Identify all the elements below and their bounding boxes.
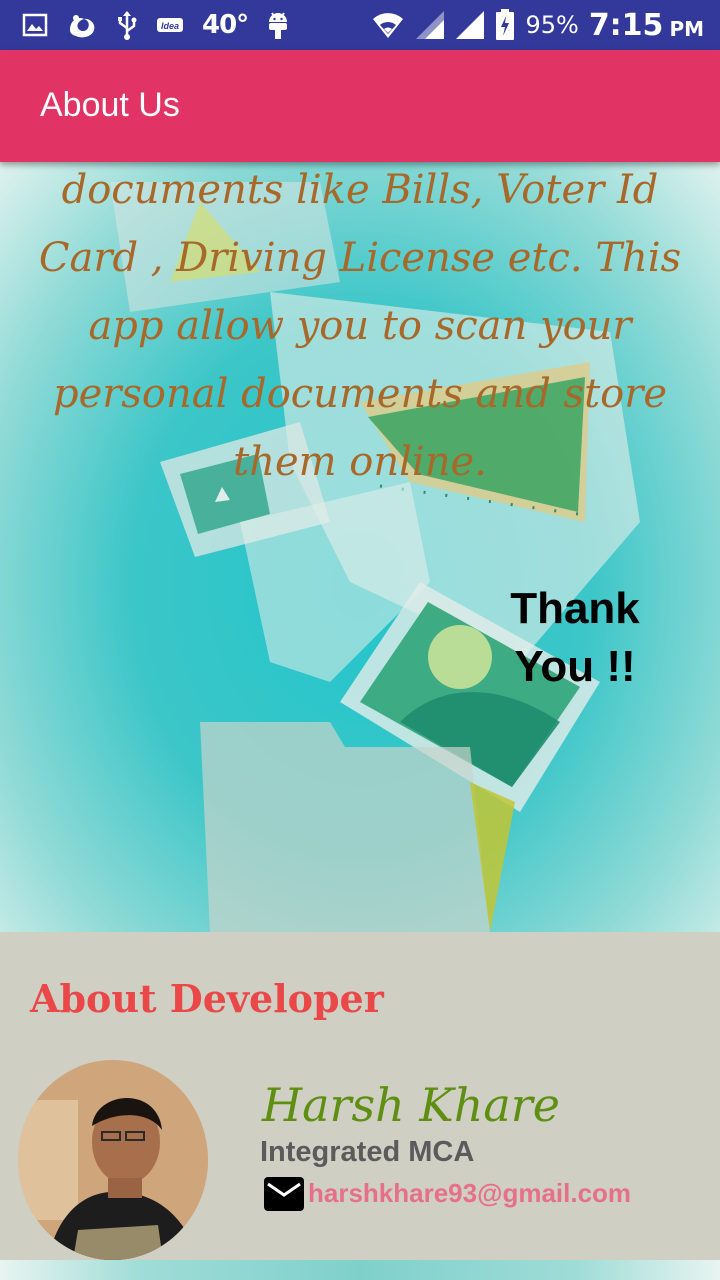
developer-panel: About Developer Harsh Khare Integrated M…	[0, 932, 720, 1260]
app-bar: About Us	[0, 50, 720, 162]
developer-degree: Integrated MCA	[260, 1136, 475, 1168]
idea-sim-icon: Idea	[156, 15, 184, 35]
developer-avatar	[18, 1060, 208, 1260]
gallery-icon	[22, 12, 48, 38]
thank-you-text: Thank You !!	[510, 584, 640, 691]
signal-icon	[455, 10, 485, 40]
wifi-icon	[371, 11, 405, 39]
clock-time: 7:15	[588, 7, 664, 43]
temperature-text: 40°	[202, 10, 249, 40]
battery-percent: 95%	[525, 11, 579, 39]
battery-charging-icon	[495, 9, 515, 41]
usb-icon	[116, 10, 138, 40]
email-icon[interactable]	[263, 1176, 305, 1212]
developer-email-link[interactable]: harshkhare93@gmail.com	[308, 1178, 631, 1209]
svg-text:Idea: Idea	[161, 21, 179, 31]
app-description: documents like Bills, Voter Id Card , Dr…	[38, 167, 682, 485]
page-title: About Us	[40, 86, 180, 124]
clock-ampm: PM	[669, 17, 704, 41]
signal-icon	[415, 10, 445, 40]
developer-name: Harsh Khare	[262, 1078, 561, 1132]
status-bar: Idea 40° 95% 7:15 PM	[0, 0, 720, 50]
android-icon	[266, 10, 290, 40]
bottom-strip	[0, 1260, 720, 1280]
uc-browser-icon	[66, 10, 98, 40]
developer-heading: About Developer	[30, 976, 384, 1021]
hero-section[interactable]: documents like Bills, Voter Id Card , Dr…	[0, 162, 720, 932]
